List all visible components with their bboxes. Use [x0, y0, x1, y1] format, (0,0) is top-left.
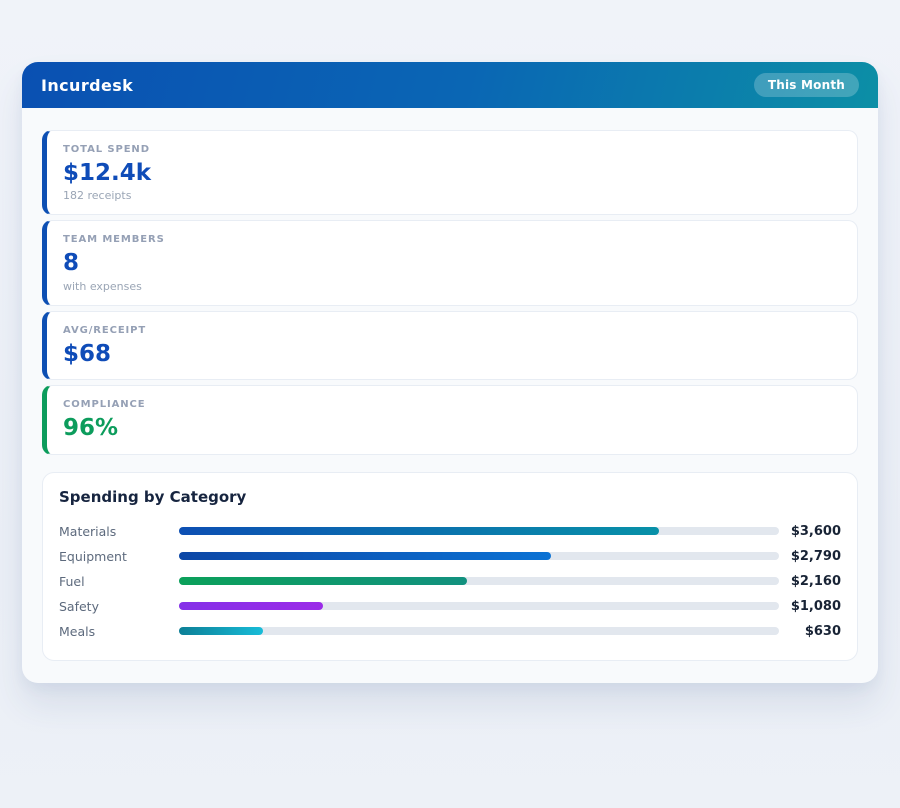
stat-card: TEAM MEMBERS 8 with expenses — [42, 220, 858, 306]
period-badge[interactable]: This Month — [753, 73, 859, 97]
stat-cards: TOTAL SPEND $12.4k 182 receipts TEAM MEM… — [42, 130, 858, 455]
stat-label: TOTAL SPEND — [63, 144, 150, 155]
category-value: $630 — [804, 623, 841, 639]
chart-row: Materials $3,600 — [59, 519, 841, 544]
stat-card: TOTAL SPEND $12.4k 182 receipts — [42, 130, 858, 216]
app-title: Incurdesk — [41, 75, 134, 95]
category-value: $1,080 — [790, 598, 841, 614]
bar-track — [179, 627, 779, 636]
bar-fill — [179, 527, 659, 536]
bar-fill — [179, 602, 323, 611]
stat-value: $12.4k — [63, 160, 152, 186]
category-label: Meals — [59, 623, 96, 639]
spending-chart-card: Spending by Category Materials $3,600 Eq… — [42, 471, 858, 661]
stat-value: 8 — [63, 250, 80, 277]
bar-fill — [179, 577, 467, 586]
dashboard-content: TOTAL SPEND $12.4k 182 receipts TEAM MEM… — [22, 108, 878, 683]
app-header: Incurdesk This Month — [22, 62, 878, 108]
bar-fill — [179, 627, 263, 636]
category-label: Materials — [59, 523, 117, 539]
bar-track — [179, 527, 779, 536]
chart-row: Meals $630 — [59, 619, 841, 644]
stat-label: COMPLIANCE — [63, 399, 146, 411]
category-label: Equipment — [59, 548, 127, 564]
bar-track — [179, 577, 779, 586]
bar-fill — [179, 552, 551, 561]
stat-subtext: with expenses — [63, 279, 142, 293]
stat-subtext: 182 receipts — [63, 189, 132, 203]
chart-row: Fuel $2,160 — [59, 569, 841, 594]
category-value: $3,600 — [790, 523, 841, 539]
chart-rows: Materials $3,600 Equipment $2,790 Fuel $… — [59, 519, 841, 644]
stat-card: COMPLIANCE 96% — [42, 385, 858, 455]
chart-row: Safety $1,080 — [59, 594, 841, 619]
stat-card: AVG/RECEIPT $68 — [42, 310, 858, 381]
bar-track — [179, 552, 779, 561]
dashboard-window: Incurdesk This Month TOTAL SPEND $12.4k … — [22, 62, 878, 683]
stat-value: $68 — [63, 340, 112, 367]
category-value: $2,790 — [790, 548, 841, 564]
category-label: Safety — [59, 598, 99, 614]
category-label: Fuel — [59, 573, 85, 589]
chart-row: Equipment $2,790 — [59, 544, 841, 569]
stat-label: AVG/RECEIPT — [63, 324, 147, 336]
bar-track — [179, 602, 779, 611]
chart-title: Spending by Category — [59, 487, 247, 506]
category-value: $2,160 — [790, 573, 841, 589]
stat-label: TEAM MEMBERS — [63, 234, 165, 246]
stat-value: 96% — [63, 415, 119, 442]
